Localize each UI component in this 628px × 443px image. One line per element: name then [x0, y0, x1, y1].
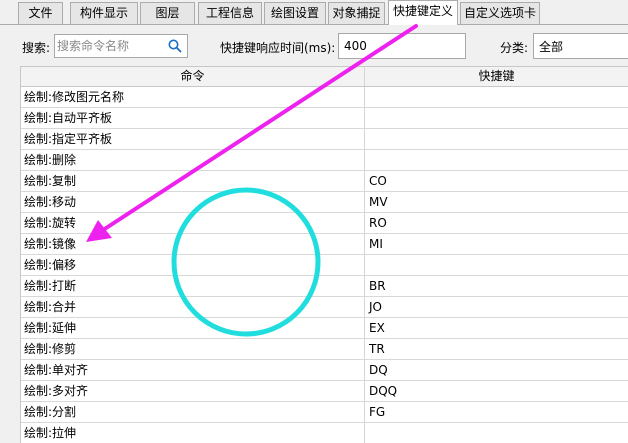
table-row[interactable]: 绘制:打断 BR — [21, 276, 628, 297]
column-header-command[interactable]: 命令 — [21, 67, 365, 86]
command-cell: 绘制:修改图元名称 — [21, 87, 365, 107]
table-row[interactable]: 绘制:指定平齐板 — [21, 129, 628, 150]
tab-file[interactable]: 文件 — [18, 2, 63, 24]
command-cell: 绘制:修剪 — [21, 339, 365, 359]
shortcut-cell[interactable] — [365, 129, 628, 149]
search-input[interactable] — [57, 37, 161, 55]
command-cell: 绘制:旋转 — [21, 213, 365, 233]
shortcut-cell[interactable] — [365, 255, 628, 275]
shortcut-cell[interactable]: DQQ — [365, 381, 628, 401]
search-icon[interactable] — [167, 38, 183, 54]
command-cell: 绘制:镜像 — [21, 234, 365, 254]
tab-project-info[interactable]: 工程信息 — [198, 2, 262, 24]
tab-component-display[interactable]: 构件显示 — [70, 2, 138, 24]
table-row[interactable]: 绘制:复制 CO — [21, 171, 628, 192]
category-label: 分类: — [500, 41, 529, 55]
search-label: 搜索: — [22, 41, 51, 55]
table-row[interactable]: 绘制:移动 MV — [21, 192, 628, 213]
command-cell: 绘制:分割 — [21, 402, 365, 422]
shortcut-cell[interactable]: DQ — [365, 360, 628, 380]
category-select[interactable] — [533, 33, 628, 59]
table-body: 绘制:修改图元名称 绘制:自动平齐板 绘制:指定平齐板 绘制:删除 绘制:复制 C… — [21, 87, 628, 443]
command-cell: 绘制:拉伸 — [21, 423, 365, 443]
command-cell: 绘制:删除 — [21, 150, 365, 170]
table-row[interactable]: 绘制:删除 — [21, 150, 628, 171]
shortcut-cell[interactable]: CO — [365, 171, 628, 191]
shortcut-cell[interactable]: TR — [365, 339, 628, 359]
column-header-shortcut[interactable]: 快捷键 — [365, 67, 628, 86]
command-cell: 绘制:复制 — [21, 171, 365, 191]
shortcut-cell[interactable] — [365, 150, 628, 170]
table-row[interactable]: 绘制:分割 FG — [21, 402, 628, 423]
tab-custom-tabs[interactable]: 自定义选项卡 — [460, 2, 540, 24]
table-row[interactable]: 绘制:拉伸 — [21, 423, 628, 443]
tab-strip: 文件 构件显示 图层 工程信息 绘图设置 对象捕捉 快捷键定义 自定义选项卡 — [0, 0, 628, 25]
command-cell: 绘制:单对齐 — [21, 360, 365, 380]
table-row[interactable]: 绘制:自动平齐板 — [21, 108, 628, 129]
table-row[interactable]: 绘制:多对齐 DQQ — [21, 381, 628, 402]
table-row[interactable]: 绘制:偏移 — [21, 255, 628, 276]
command-cell: 绘制:自动平齐板 — [21, 108, 365, 128]
command-cell: 绘制:合并 — [21, 297, 365, 317]
shortcut-cell[interactable] — [365, 87, 628, 107]
shortcut-cell[interactable]: BR — [365, 276, 628, 296]
shortcut-cell[interactable]: JO — [365, 297, 628, 317]
command-cell: 绘制:延伸 — [21, 318, 365, 338]
command-cell: 绘制:移动 — [21, 192, 365, 212]
tab-shortcut-definition[interactable]: 快捷键定义 — [388, 0, 458, 25]
response-time-input[interactable] — [338, 33, 466, 59]
table-row[interactable]: 绘制:旋转 RO — [21, 213, 628, 234]
table-header: 命令 快捷键 — [21, 67, 628, 87]
command-cell: 绘制:多对齐 — [21, 381, 365, 401]
shortcut-cell[interactable] — [365, 108, 628, 128]
tab-object-snap[interactable]: 对象捕捉 — [328, 2, 385, 24]
shortcut-cell[interactable]: EX — [365, 318, 628, 338]
response-time-label: 快捷键响应时间(ms): — [220, 41, 336, 55]
command-cell: 绘制:打断 — [21, 276, 365, 296]
command-cell: 绘制:偏移 — [21, 255, 365, 275]
shortcut-cell[interactable]: FG — [365, 402, 628, 422]
tab-drawing-settings[interactable]: 绘图设置 — [264, 2, 326, 24]
shortcut-cell[interactable]: MI — [365, 234, 628, 254]
table-row[interactable]: 绘制:合并 JO — [21, 297, 628, 318]
search-box[interactable] — [54, 34, 188, 58]
shortcut-table: 命令 快捷键 绘制:修改图元名称 绘制:自动平齐板 绘制:指定平齐板 绘制:删除… — [20, 66, 628, 443]
table-row[interactable]: 绘制:镜像 MI — [21, 234, 628, 255]
shortcut-cell[interactable] — [365, 423, 628, 443]
table-row[interactable]: 绘制:延伸 EX — [21, 318, 628, 339]
table-row[interactable]: 绘制:修改图元名称 — [21, 87, 628, 108]
tab-layer[interactable]: 图层 — [140, 2, 195, 24]
shortcut-cell[interactable]: RO — [365, 213, 628, 233]
command-cell: 绘制:指定平齐板 — [21, 129, 365, 149]
shortcut-cell[interactable]: MV — [365, 192, 628, 212]
table-row[interactable]: 绘制:修剪 TR — [21, 339, 628, 360]
table-row[interactable]: 绘制:单对齐 DQ — [21, 360, 628, 381]
